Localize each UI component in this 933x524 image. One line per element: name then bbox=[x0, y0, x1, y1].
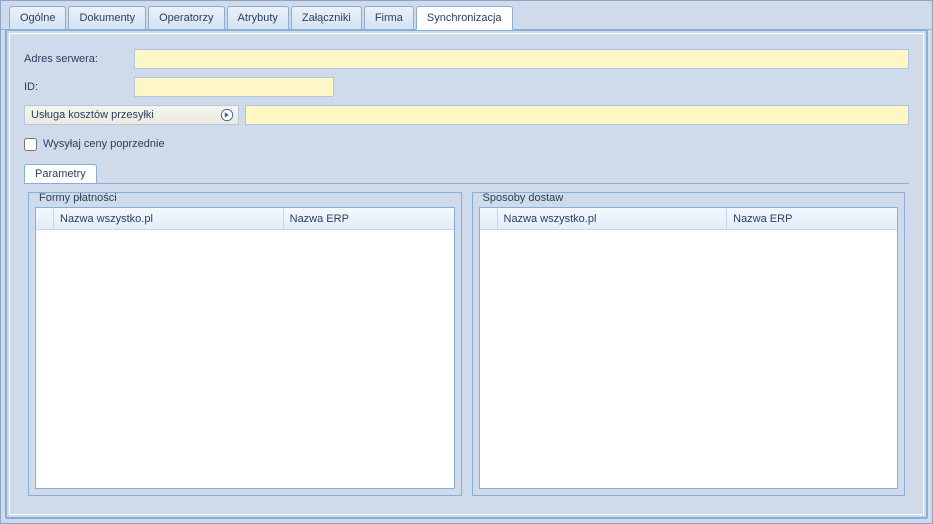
grid-col-name-wszystko[interactable]: Nazwa wszystko.pl bbox=[498, 208, 728, 229]
tab-content: Adres serwera: ID: Usługa kosztów przesy… bbox=[16, 40, 917, 508]
inner-tab-parameters-label: Parametry bbox=[35, 168, 86, 180]
grid-col-name-erp[interactable]: Nazwa ERP bbox=[284, 208, 454, 229]
id-input[interactable] bbox=[134, 77, 334, 97]
grid-delivery-methods[interactable]: Nazwa wszystko.pl Nazwa ERP bbox=[479, 207, 899, 489]
send-previous-prices-label[interactable]: Wysyłaj ceny poprzednie bbox=[43, 138, 165, 150]
shipping-cost-lookup-label: Usługa kosztów przesyłki bbox=[31, 109, 218, 121]
grid-row-selector-col bbox=[36, 208, 54, 229]
grid-payment-forms[interactable]: Nazwa wszystko.pl Nazwa ERP bbox=[35, 207, 455, 489]
tab-attachments[interactable]: Załączniki bbox=[291, 6, 362, 29]
grid-payment-forms-body[interactable] bbox=[36, 230, 454, 488]
tab-attributes[interactable]: Atrybuty bbox=[227, 6, 289, 29]
shipping-cost-input[interactable] bbox=[245, 105, 909, 125]
tab-operators[interactable]: Operatorzy bbox=[148, 6, 224, 29]
tab-attributes-label: Atrybuty bbox=[238, 12, 278, 24]
tab-synchronization-label: Synchronizacja bbox=[427, 12, 502, 24]
tab-documents[interactable]: Dokumenty bbox=[68, 6, 146, 29]
sync-form: Adres serwera: ID: Usługa kosztów przesy… bbox=[16, 40, 917, 164]
grid-row-selector-col bbox=[480, 208, 498, 229]
server-address-input[interactable] bbox=[134, 49, 909, 69]
tab-company-label: Firma bbox=[375, 12, 403, 24]
config-window: Ogólne Dokumenty Operatorzy Atrybuty Zał… bbox=[0, 0, 933, 524]
grid-delivery-methods-body[interactable] bbox=[480, 230, 898, 488]
arrow-right-icon[interactable] bbox=[218, 106, 236, 124]
shipping-cost-lookup[interactable]: Usługa kosztów przesyłki bbox=[24, 105, 239, 125]
inner-tab-strip: Parametry bbox=[16, 164, 917, 183]
grid-col-name-wszystko[interactable]: Nazwa wszystko.pl bbox=[54, 208, 284, 229]
group-payment-forms: Formy płatności Nazwa wszystko.pl Nazwa … bbox=[28, 192, 462, 496]
tab-documents-label: Dokumenty bbox=[79, 12, 135, 24]
row-server-address: Adres serwera: bbox=[24, 48, 909, 70]
tab-content-frame-inner: Adres serwera: ID: Usługa kosztów przesy… bbox=[9, 33, 924, 515]
group-payment-forms-title: Formy płatności bbox=[37, 192, 119, 204]
tab-general[interactable]: Ogólne bbox=[9, 6, 66, 29]
send-previous-prices-checkbox[interactable] bbox=[24, 138, 37, 151]
main-tab-strip: Ogólne Dokumenty Operatorzy Atrybuty Zał… bbox=[1, 1, 932, 30]
grid-payment-forms-header: Nazwa wszystko.pl Nazwa ERP bbox=[36, 208, 454, 230]
tab-content-frame: Adres serwera: ID: Usługa kosztów przesy… bbox=[5, 29, 928, 519]
tab-operators-label: Operatorzy bbox=[159, 12, 213, 24]
grid-delivery-methods-header: Nazwa wszystko.pl Nazwa ERP bbox=[480, 208, 898, 230]
tab-attachments-label: Załączniki bbox=[302, 12, 351, 24]
row-send-previous-prices: Wysyłaj ceny poprzednie bbox=[24, 132, 909, 154]
inner-tab-parameters[interactable]: Parametry bbox=[24, 164, 97, 183]
parameters-panel: Formy płatności Nazwa wszystko.pl Nazwa … bbox=[24, 183, 909, 500]
server-address-label: Adres serwera: bbox=[24, 53, 134, 65]
group-delivery-methods: Sposoby dostaw Nazwa wszystko.pl Nazwa E… bbox=[472, 192, 906, 496]
row-id: ID: bbox=[24, 76, 909, 98]
tab-general-label: Ogólne bbox=[20, 12, 55, 24]
group-delivery-methods-title: Sposoby dostaw bbox=[481, 192, 566, 204]
grid-col-name-erp[interactable]: Nazwa ERP bbox=[727, 208, 897, 229]
tab-company[interactable]: Firma bbox=[364, 6, 414, 29]
id-label: ID: bbox=[24, 81, 134, 93]
tab-synchronization[interactable]: Synchronizacja bbox=[416, 6, 513, 30]
row-shipping-cost: Usługa kosztów przesyłki bbox=[24, 104, 909, 126]
